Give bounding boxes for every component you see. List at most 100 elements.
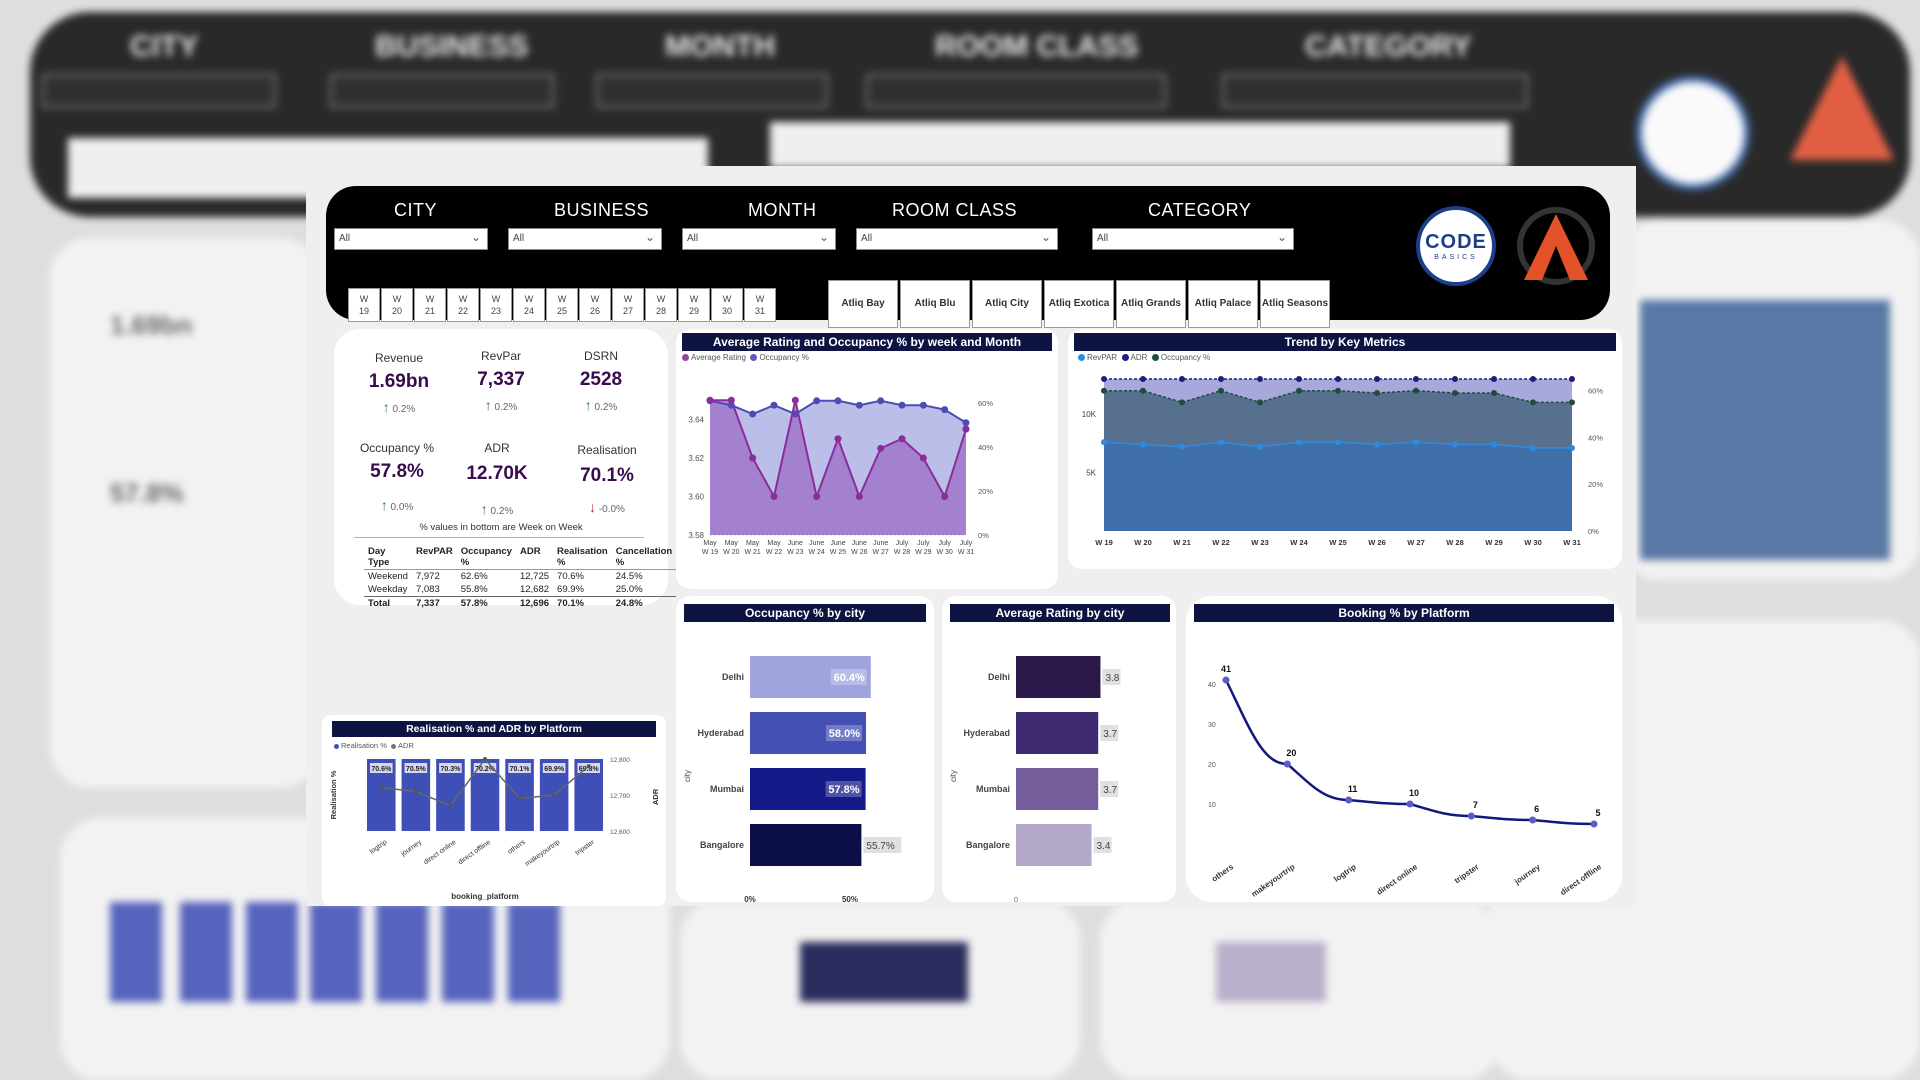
x-tick-label: June [830,540,845,547]
x-tick-label: 0% [744,895,756,902]
occupancy-point [1179,399,1185,406]
week-button-23[interactable]: W 23 [480,288,512,322]
x-tick-label: July [896,540,909,547]
revpar-point [1296,439,1302,446]
week-button-19[interactable]: W 19 [348,288,380,322]
adr-point [1530,376,1536,382]
business-dropdown[interactable]: All ⌄ [508,228,662,250]
rating-point [919,454,927,462]
occupancy-point [1452,390,1458,397]
table-row: Weekday 7,083 55.8% 12,682 69.9% 25.0% [368,584,643,595]
week-button-20[interactable]: W 20 [381,288,413,322]
property-button-atliq-seasons[interactable]: Atliq Seasons [1260,280,1330,328]
week-button-28[interactable]: W 28 [645,288,677,322]
month-dropdown[interactable]: All ⌄ [682,228,836,250]
week-button-26[interactable]: W 26 [579,288,611,322]
week-button-30[interactable]: W 30 [711,288,743,322]
x-tick-label: W 22 [766,549,782,556]
y2-tick-label: 40% [1588,433,1603,442]
adr-point [517,796,522,801]
week-button-27[interactable]: W 27 [612,288,644,322]
property-button-atliq-city[interactable]: Atliq City [972,280,1042,328]
data-label: 70.6% [371,766,392,773]
revpar-point [1257,443,1263,450]
codebasics-logo: CODE BASICS [1416,206,1496,286]
week-button-24[interactable]: W 24 [513,288,545,322]
property-button-atliq-bay[interactable]: Atliq Bay [828,280,898,328]
x-tick-label: May [703,540,717,547]
property-button-atliq-exotica[interactable]: Atliq Exotica [1044,280,1114,328]
week-button-21[interactable]: W 21 [414,288,446,322]
rating-point [962,425,970,433]
adr-point [1140,376,1146,382]
y2-tick-label: 0% [1588,527,1599,536]
y2-tick-label: 40% [978,443,993,452]
x-tick-label: W 24 [808,549,824,556]
bar [1016,824,1092,866]
adr-point [1413,376,1419,382]
adr-point [1452,376,1458,382]
bg-label-city: CITY [130,30,199,63]
x-tick-label: W 28 [1446,538,1464,547]
room-class-dropdown[interactable]: All ⌄ [856,228,1058,250]
atliq-logo [1517,207,1595,285]
rating-city-card: Average Rating by city city Delhi 3.8 Hyder… [942,596,1176,902]
bar [750,824,862,866]
rating-occupancy-card: Average Rating and Occupancy % by week a… [676,329,1058,589]
rating-point [706,396,714,404]
data-label: 3.7 [1103,729,1117,740]
x-tick-label: W 27 [1407,538,1425,547]
revpar-point [1452,441,1458,448]
revpar-point [1569,444,1575,451]
occupancy-point [1413,387,1419,394]
y2-tick-label: 12,600 [610,829,630,836]
property-button-atliq-palace[interactable]: Atliq Palace [1188,280,1258,328]
room-class-dropdown-value: All [861,233,873,244]
y2-tick-label: 20% [1588,480,1603,489]
daytype-table: Day Type RevPAR Occupancy % ADR Realisat… [364,545,677,610]
occupancy-point [1101,387,1107,394]
y-tick-label: 3.60 [688,493,704,502]
trend-metrics-card: Trend by Key Metrics RevPAR ADR Occupanc… [1068,329,1622,569]
chevron-down-icon: ⌄ [644,230,655,244]
x-tick-label: W 20 [723,549,739,556]
x-tick-label: May [767,540,781,547]
occupancy-point [1140,387,1146,394]
kpi-card: Revenue 1.69bn ↑ 0.2% RevPar 7,337 ↑ 0.2… [334,329,677,610]
occupancy-point [855,401,863,409]
occupancy-point [1374,390,1380,397]
data-label: 3.4 [1097,841,1111,852]
legend-dot [1151,354,1159,362]
chart-title: Average Rating by city [950,604,1170,622]
x-tick-label: direct online [1375,862,1420,897]
rating-point [855,493,863,500]
x-tick-label: May [746,540,760,547]
data-label: 7 [1473,800,1478,810]
y2-tick-label: 12,700 [610,793,630,800]
revpar-area [1104,442,1572,531]
arrow-up-icon: ↑ [584,397,592,413]
x-tick-label: W 20 [1134,538,1152,547]
x-tick-label: 50% [842,895,858,902]
y2-tick-label: 12,800 [610,757,630,764]
bar [1016,656,1101,698]
category-dropdown[interactable]: All ⌄ [1092,228,1294,250]
x-tick-label: July [938,540,951,547]
property-button-atliq-grands[interactable]: Atliq Grands [1116,280,1186,328]
arrow-up-icon: ↑ [382,399,390,415]
adr-point [448,803,453,808]
adr-point [1569,376,1575,382]
legend-dot [1078,354,1085,362]
city-dropdown[interactable]: All ⌄ [334,228,488,250]
room-class-filter-label: ROOM CLASS [892,200,1018,220]
week-button-29[interactable]: W 29 [678,288,710,322]
table-header: Realisation % [553,545,612,570]
x-tick-label: direct offline [1559,862,1604,897]
x-tick-label: 0 [1014,897,1018,902]
table-row: Weekend 7,972 62.6% 12,725 70.6% 24.5% [368,571,643,582]
bar [1016,768,1099,810]
week-button-22[interactable]: W 22 [447,288,479,322]
week-button-25[interactable]: W 25 [546,288,578,322]
week-button-31[interactable]: W 31 [744,288,776,322]
property-button-atliq-blu[interactable]: Atliq Blu [900,280,970,328]
